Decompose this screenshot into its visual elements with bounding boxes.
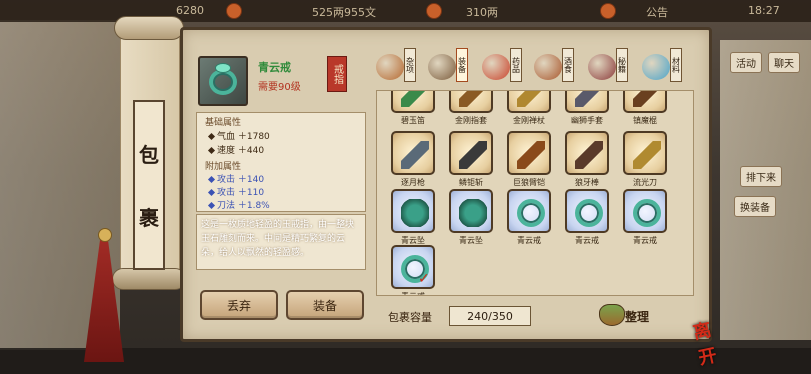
- money-bag-icon[interactable]: [599, 304, 625, 326]
- inventory-slot[interactable]: [623, 189, 667, 233]
- pendant-icon: [401, 199, 429, 227]
- mace-icon: [575, 141, 603, 169]
- flute-icon: [401, 91, 429, 107]
- club-icon: [633, 91, 661, 107]
- slot-label: 金刚指套: [455, 116, 487, 125]
- tab-label: 酒食: [562, 48, 574, 82]
- slot-label: 青云戒: [517, 236, 541, 245]
- base-attr-row: 气血 ＋1780: [207, 129, 270, 142]
- ring-icon: [517, 199, 545, 227]
- spear-icon: [401, 141, 429, 169]
- selected-item-frame: [198, 56, 248, 106]
- inventory-grid: 碧玉笛 金刚指套 金刚禅杖 幽狮手套 镇魔棍 逐月枪 鳞钜斩 巨狼臂铠 狼牙棒 流光刀 青云坠 青云坠…: [376, 90, 694, 296]
- tab-label: 杂项: [404, 48, 416, 82]
- base-attr-row: 速度 ＋440: [207, 143, 264, 156]
- side-button-3[interactable]: 排下来: [740, 166, 782, 187]
- inventory-slot[interactable]: [449, 189, 493, 233]
- slot-label: 青云戒: [388, 291, 438, 295]
- wine-icon: [534, 54, 562, 80]
- currency-amount: 525两955文: [312, 6, 376, 19]
- ring-icon: [575, 199, 603, 227]
- announcement-button[interactable]: 公告: [646, 4, 668, 20]
- scroll-bottom-roller: [112, 268, 186, 290]
- slot-label: 金刚禅杖: [513, 116, 545, 125]
- extra-attr-header: 附加属性: [205, 162, 242, 172]
- activity-button[interactable]: 活动: [730, 52, 762, 73]
- gauntlet-icon: [459, 91, 487, 107]
- item-name: 青云戒: [258, 61, 291, 74]
- scroll-char-1: 包: [139, 143, 159, 167]
- blade-icon: [633, 141, 661, 169]
- capacity-label: 包裹容量: [388, 311, 432, 324]
- slot-label: 幽狮手套: [571, 116, 603, 125]
- inventory-slot[interactable]: [391, 91, 435, 113]
- add-gold-icon[interactable]: [600, 3, 616, 19]
- capacity-value: 240/350: [449, 306, 531, 326]
- attribute-box: 基础属性 气血 ＋1780 速度 ＋440 附加属性 攻击 ＋140 攻击 ＋1…: [196, 112, 366, 212]
- item-requirement: 需要90级: [258, 82, 301, 93]
- background-map-right: [720, 40, 811, 340]
- tab-label: 装备: [456, 48, 468, 82]
- inventory-slot[interactable]: [565, 131, 609, 175]
- inventory-slot[interactable]: [565, 189, 609, 233]
- inventory-slot[interactable]: [391, 189, 435, 233]
- equip-button[interactable]: 装备: [286, 290, 364, 320]
- axe-icon: [459, 141, 487, 169]
- discard-button[interactable]: 丢弃: [200, 290, 278, 320]
- chat-button[interactable]: 聊天: [768, 52, 800, 73]
- slot-label: 青云戒: [575, 236, 599, 245]
- inventory-slot[interactable]: [391, 131, 435, 175]
- tab-label: 材料: [670, 48, 682, 82]
- inventory-slot[interactable]: [623, 91, 667, 113]
- side-button-4[interactable]: 换装备: [734, 196, 776, 217]
- tab-label: 秘籍: [616, 48, 628, 82]
- sort-button[interactable]: 整理: [625, 308, 649, 325]
- inventory-slot[interactable]: [623, 131, 667, 175]
- slot-label: 狼牙棒: [575, 178, 599, 187]
- add-silver-icon[interactable]: [226, 3, 242, 19]
- clock: 18:27: [748, 4, 780, 17]
- inventory-slot[interactable]: ✓: [391, 245, 435, 289]
- armguard-icon: [517, 141, 545, 169]
- gold-amount: 310两: [466, 6, 498, 19]
- tassel-knot-icon: [98, 228, 112, 242]
- currency-icon: [426, 3, 442, 19]
- weapon-icon: [428, 54, 456, 80]
- bag-icon: [376, 54, 404, 80]
- selected-check-icon: ✓: [418, 271, 430, 287]
- inventory-slot[interactable]: [449, 131, 493, 175]
- extra-attr-row: 刀法 ＋1.8%: [207, 198, 270, 211]
- item-type-tag: 戒指: [327, 56, 347, 92]
- inventory-slot[interactable]: [507, 189, 551, 233]
- inventory-slot[interactable]: [507, 131, 551, 175]
- slot-label: 逐月枪: [401, 178, 425, 187]
- silver-amount: 6280: [176, 4, 204, 17]
- inventory-scroll-label: 包 裹: [133, 100, 165, 270]
- base-attr-header: 基础属性: [205, 118, 242, 128]
- slot-label: 镇魔棍: [633, 116, 657, 125]
- ring-gem-icon: [215, 63, 231, 73]
- staff-icon: [517, 91, 545, 107]
- slot-label: 鳞钜斩: [459, 178, 483, 187]
- item-description: 这是一枚质地轻盈的玉戒指，由一整块玉石雕刻而来。中间是精巧繁复的云朵，给人以飘然…: [196, 214, 366, 270]
- glove-icon: [575, 91, 603, 107]
- slot-label: 青云戒: [633, 236, 657, 245]
- scroll-char-2: 裹: [139, 206, 159, 230]
- slot-label: 青云坠: [459, 236, 483, 245]
- scroll-top-roller: [114, 16, 184, 40]
- slot-label: 流光刀: [633, 178, 657, 187]
- pendant-icon: [459, 199, 487, 227]
- inventory-slot[interactable]: [449, 91, 493, 113]
- extra-attr-row: 攻击 ＋110: [207, 185, 264, 198]
- extra-attr-row: 攻击 ＋140: [207, 172, 264, 185]
- slot-label: 碧玉笛: [401, 116, 425, 125]
- medicine-icon: [482, 54, 510, 80]
- inventory-slot[interactable]: [565, 91, 609, 113]
- crystal-icon: [642, 54, 670, 80]
- slot-label: 巨狼臂铠: [513, 178, 545, 187]
- book-icon: [588, 54, 616, 80]
- ring-icon: [633, 199, 661, 227]
- tab-label: 药品: [510, 48, 522, 82]
- inventory-slot[interactable]: [507, 91, 551, 113]
